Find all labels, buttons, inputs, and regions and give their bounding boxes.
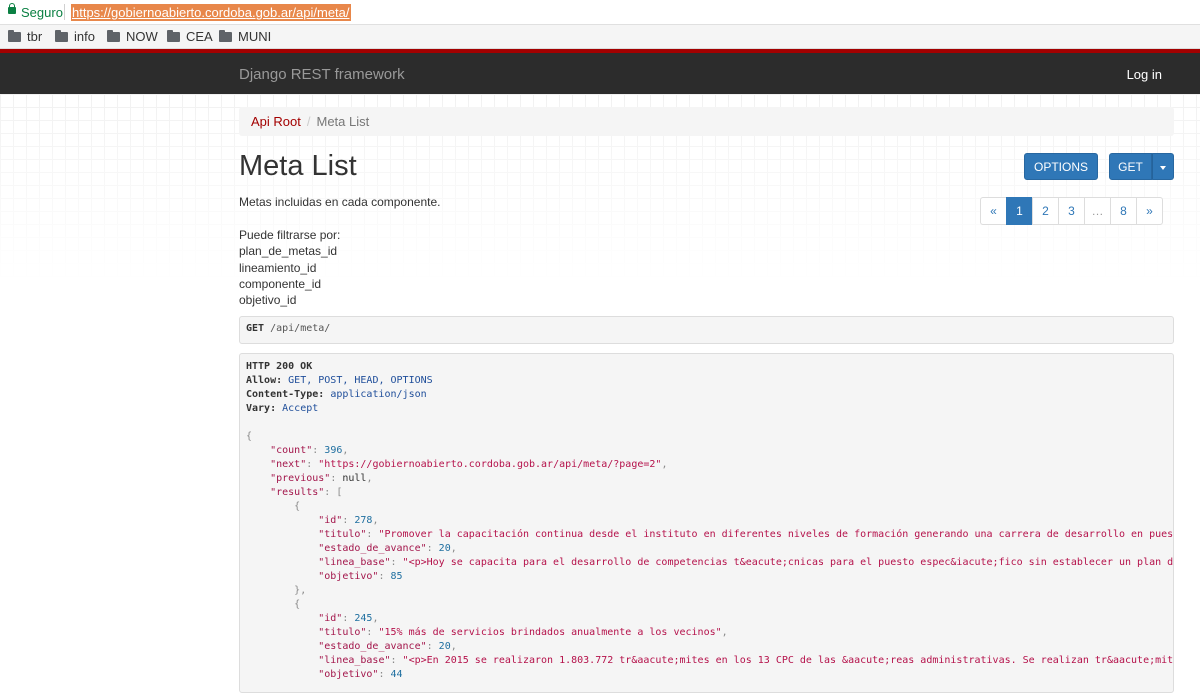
header-name: Allow: [246, 375, 283, 386]
json-titulo: "Promover la capacitación continua desde… [378, 529, 1174, 540]
header-value: GET, POST, HEAD, OPTIONS [288, 375, 433, 386]
bookmark-cea[interactable]: CEA [167, 29, 213, 44]
json-linea-base: "<p>En 2015 se realizaron 1.803.772 tr&a… [402, 655, 1174, 666]
breadcrumb-current: Meta List [316, 114, 370, 129]
breadcrumb-divider: / [306, 114, 311, 129]
request-path: /api/meta/ [270, 323, 331, 334]
filter-item: objetivo_id [239, 293, 297, 308]
bookmark-now[interactable]: NOW [107, 29, 158, 44]
folder-icon [219, 29, 232, 42]
header-value: Accept [282, 403, 319, 414]
pagination-next[interactable]: » [1136, 197, 1163, 225]
json-next: "https://gobiernoabierto.cordoba.gob.ar/… [318, 459, 662, 470]
json-id: 245 [354, 613, 373, 624]
pagination-page-2[interactable]: 2 [1032, 197, 1059, 225]
pagination-ellipsis: … [1084, 197, 1111, 225]
request-method: GET [246, 323, 265, 334]
page-description: Metas incluidas en cada componente. Pued… [239, 194, 440, 309]
response-status: HTTP 200 OK [246, 361, 313, 372]
get-format-dropdown[interactable] [1152, 153, 1174, 180]
navbar: Django REST framework Log in [0, 49, 1200, 94]
pagination-page-8[interactable]: 8 [1110, 197, 1137, 225]
json-objetivo: 85 [390, 571, 403, 582]
folder-icon [55, 29, 68, 42]
request-info: GET /api/meta/ [239, 316, 1174, 344]
lock-icon [8, 3, 16, 14]
filter-intro: Puede filtrarse por: [239, 227, 341, 242]
secure-label: Seguro [21, 5, 63, 20]
login-link[interactable]: Log in [1127, 67, 1162, 82]
folder-icon [107, 29, 120, 42]
address-divider [64, 4, 65, 20]
options-button[interactable]: OPTIONS [1024, 153, 1098, 180]
json-objetivo: 44 [390, 669, 403, 680]
folder-icon [8, 29, 21, 42]
breadcrumb-api-root[interactable]: Api Root [251, 114, 301, 129]
get-button[interactable]: GET [1109, 153, 1152, 180]
bookmark-info[interactable]: info [55, 29, 95, 44]
bookmark-muni[interactable]: MUNI [219, 29, 271, 44]
pagination-page-3[interactable]: 3 [1058, 197, 1085, 225]
json-count: 396 [324, 445, 343, 456]
breadcrumb: Api Root / Meta List [239, 107, 1174, 136]
folder-icon [167, 29, 180, 42]
page-title: Meta List [239, 150, 357, 182]
brand-link[interactable]: Django REST framework [239, 66, 405, 83]
description-text: Metas incluidas en cada componente. [239, 195, 441, 209]
filter-item: componente_id [239, 277, 322, 292]
caret-down-icon [1160, 165, 1166, 170]
pagination: « 1 2 3 … 8 » [980, 197, 1163, 225]
response-info: HTTP 200 OK Allow: GET, POST, HEAD, OPTI… [239, 353, 1174, 693]
header-name: Vary: [246, 403, 277, 414]
browser-address-bar[interactable]: Seguro https://gobiernoabierto.cordoba.g… [0, 0, 1200, 25]
json-estado: 20 [438, 543, 451, 554]
bookmark-tbr[interactable]: tbr [8, 29, 42, 44]
json-previous: null [342, 473, 367, 484]
json-estado: 20 [438, 641, 451, 652]
json-titulo: "15% más de servicios brindados anualmen… [378, 627, 722, 638]
json-id: 278 [354, 515, 373, 526]
header-name: Content-Type: [246, 389, 325, 400]
bookmarks-bar: tbr info NOW CEA MUNI [0, 25, 1200, 49]
url-field[interactable]: https://gobiernoabierto.cordoba.gob.ar/a… [71, 4, 351, 21]
filter-item: lineamiento_id [239, 260, 317, 275]
pagination-previous[interactable]: « [980, 197, 1007, 225]
filter-item: plan_de_metas_id [239, 244, 338, 259]
pagination-page-1[interactable]: 1 [1006, 197, 1033, 225]
header-value: application/json [330, 389, 427, 400]
json-linea-base: "<p>Hoy se capacita para el desarrollo d… [402, 557, 1174, 568]
